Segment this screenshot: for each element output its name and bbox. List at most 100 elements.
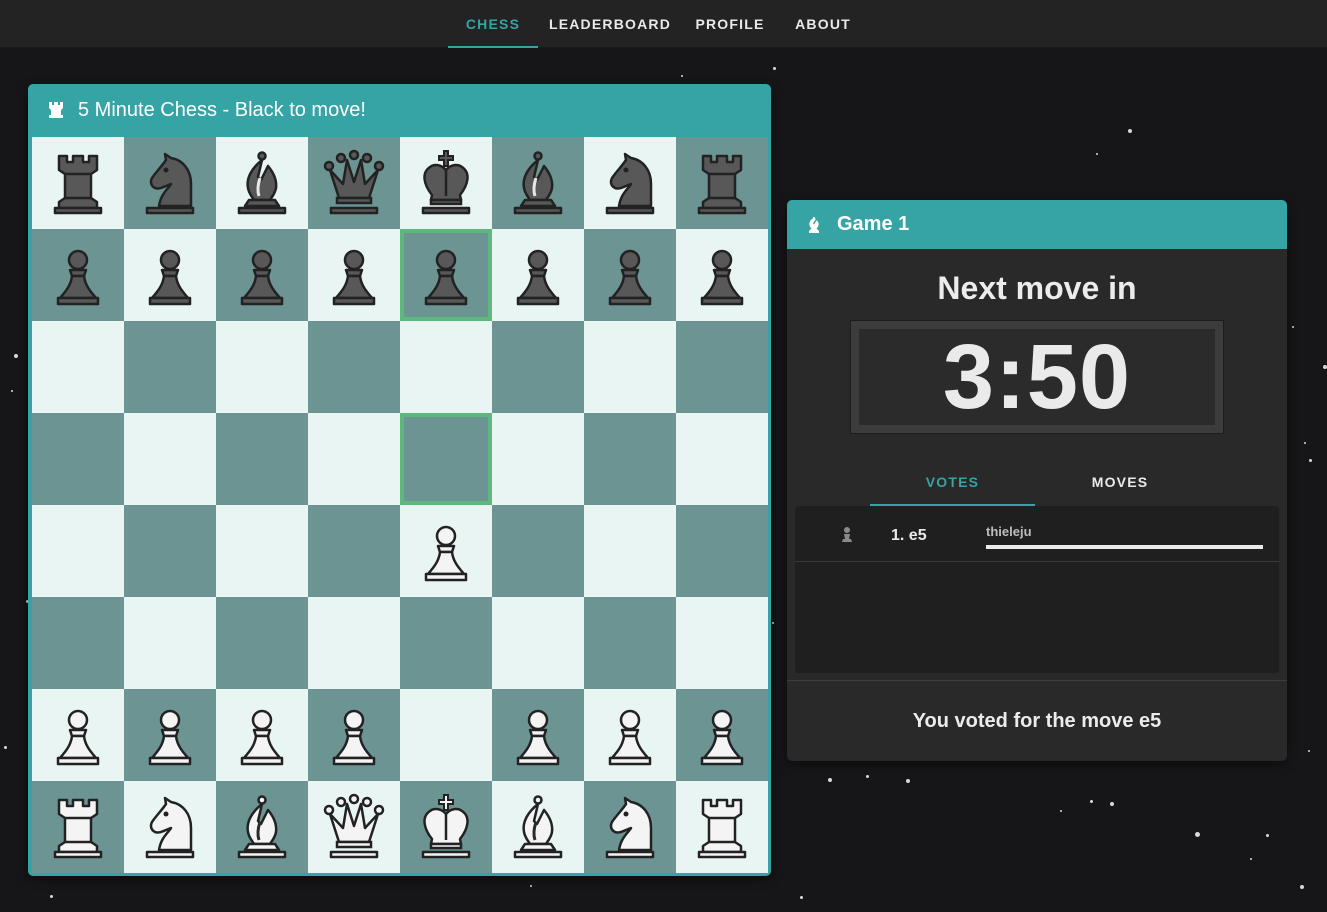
star: [530, 885, 532, 887]
black-pawn-icon: [148, 249, 192, 306]
square-d7[interactable]: [308, 229, 400, 321]
square-d6[interactable]: [308, 321, 400, 413]
nav-tab-leaderboard[interactable]: LEADERBOARD: [545, 0, 675, 48]
square-b8[interactable]: [124, 137, 216, 229]
vote-voter: thieleju: [986, 524, 1032, 539]
square-h4[interactable]: [676, 505, 768, 597]
star: [1308, 750, 1310, 752]
star: [1323, 365, 1327, 369]
square-d8[interactable]: [308, 137, 400, 229]
square-c6[interactable]: [216, 321, 308, 413]
square-g8[interactable]: [584, 137, 676, 229]
square-e1[interactable]: [400, 781, 492, 873]
star: [828, 778, 832, 782]
black-rook-icon: [697, 154, 747, 215]
square-c3[interactable]: [216, 597, 308, 689]
square-b4[interactable]: [124, 505, 216, 597]
square-c1[interactable]: [216, 781, 308, 873]
black-pawn-icon: [56, 249, 100, 306]
star: [4, 746, 7, 749]
square-f7[interactable]: [492, 229, 584, 321]
square-c4[interactable]: [216, 505, 308, 597]
black-pawn-icon: [424, 249, 468, 306]
black-knight-icon: [145, 152, 195, 215]
square-b2[interactable]: [124, 689, 216, 781]
square-a8[interactable]: [32, 137, 124, 229]
white-pawn-icon: [424, 525, 468, 582]
square-g1[interactable]: [584, 781, 676, 873]
square-c7[interactable]: [216, 229, 308, 321]
square-a7[interactable]: [32, 229, 124, 321]
square-f3[interactable]: [492, 597, 584, 689]
square-g5[interactable]: [584, 413, 676, 505]
star: [681, 75, 683, 77]
star: [50, 895, 53, 898]
square-d5[interactable]: [308, 413, 400, 505]
square-d4[interactable]: [308, 505, 400, 597]
star: [1309, 459, 1312, 462]
square-h6[interactable]: [676, 321, 768, 413]
square-h1[interactable]: [676, 781, 768, 873]
square-g3[interactable]: [584, 597, 676, 689]
square-b7[interactable]: [124, 229, 216, 321]
square-g6[interactable]: [584, 321, 676, 413]
white-knight-icon: [605, 796, 655, 859]
square-f6[interactable]: [492, 321, 584, 413]
square-a4[interactable]: [32, 505, 124, 597]
black-pawn-icon: [608, 249, 652, 306]
square-e3[interactable]: [400, 597, 492, 689]
next-move-label: Next move in: [937, 270, 1137, 306]
star: [1195, 832, 1200, 837]
square-b6[interactable]: [124, 321, 216, 413]
square-h8[interactable]: [676, 137, 768, 229]
square-d3[interactable]: [308, 597, 400, 689]
white-rook-icon: [53, 798, 103, 859]
bishop-icon: [809, 216, 819, 233]
square-d2[interactable]: [308, 689, 400, 781]
square-a3[interactable]: [32, 597, 124, 689]
square-b5[interactable]: [124, 413, 216, 505]
square-h2[interactable]: [676, 689, 768, 781]
square-e2[interactable]: [400, 689, 492, 781]
square-e6[interactable]: [400, 321, 492, 413]
square-f8[interactable]: [492, 137, 584, 229]
black-pawn-icon: [332, 249, 376, 306]
square-c5[interactable]: [216, 413, 308, 505]
game-card: Game 1 Next move in 3:50 VOTES MOVES 1. …: [787, 200, 1287, 761]
square-f5[interactable]: [492, 413, 584, 505]
nav-tab-chess[interactable]: CHESS: [448, 0, 538, 48]
square-h7[interactable]: [676, 229, 768, 321]
tab-votes[interactable]: VOTES: [870, 458, 1035, 506]
square-f2[interactable]: [492, 689, 584, 781]
black-pawn-icon: [240, 249, 284, 306]
square-c2[interactable]: [216, 689, 308, 781]
tab-moves[interactable]: MOVES: [1040, 458, 1200, 506]
square-g7[interactable]: [584, 229, 676, 321]
nav-tab-profile[interactable]: PROFILE: [688, 0, 772, 48]
square-a2[interactable]: [32, 689, 124, 781]
nav-tab-about[interactable]: ABOUT: [786, 0, 860, 48]
square-d1[interactable]: [308, 781, 400, 873]
square-h3[interactable]: [676, 597, 768, 689]
square-c8[interactable]: [216, 137, 308, 229]
square-e4[interactable]: [400, 505, 492, 597]
square-a5[interactable]: [32, 413, 124, 505]
square-f4[interactable]: [492, 505, 584, 597]
square-a6[interactable]: [32, 321, 124, 413]
square-b1[interactable]: [124, 781, 216, 873]
star: [1110, 802, 1114, 806]
square-h5[interactable]: [676, 413, 768, 505]
square-e8[interactable]: [400, 137, 492, 229]
game-subtabs: VOTES MOVES: [870, 458, 1205, 506]
square-e7[interactable]: [400, 229, 492, 321]
square-b3[interactable]: [124, 597, 216, 689]
square-e5[interactable]: [400, 413, 492, 505]
square-g2[interactable]: [584, 689, 676, 781]
square-g4[interactable]: [584, 505, 676, 597]
square-a1[interactable]: [32, 781, 124, 873]
black-pawn-icon: [516, 249, 560, 306]
vote-row[interactable]: 1. e5 thieleju: [795, 506, 1279, 562]
board-card-header: 5 Minute Chess - Black to move!: [28, 84, 771, 136]
square-f1[interactable]: [492, 781, 584, 873]
white-knight-icon: [145, 796, 195, 859]
